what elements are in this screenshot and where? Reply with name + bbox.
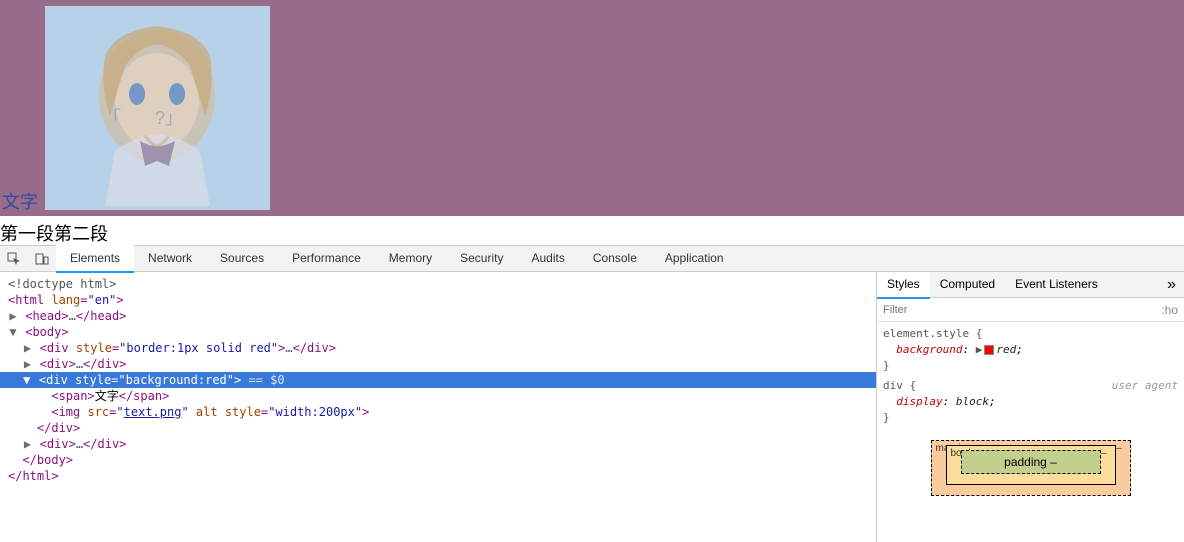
- svg-text:?」: ?」: [155, 108, 183, 128]
- side-tab-styles[interactable]: Styles: [877, 272, 930, 299]
- expand-icon[interactable]: ▶: [22, 356, 32, 372]
- tab-console[interactable]: Console: [579, 245, 651, 273]
- styles-sidebar: StylesComputedEvent Listeners » :ho elem…: [876, 272, 1184, 542]
- dom-html-open[interactable]: <html lang="en">: [8, 293, 124, 307]
- expand-icon[interactable]: ▶: [8, 308, 18, 324]
- tab-sources[interactable]: Sources: [206, 245, 278, 273]
- devtools-tabbar: ElementsNetworkSourcesPerformanceMemoryS…: [0, 246, 1184, 272]
- tab-elements[interactable]: Elements: [56, 245, 134, 273]
- purple-container: 「 ?」 文字: [0, 0, 1184, 216]
- devtools-panel: ElementsNetworkSourcesPerformanceMemoryS…: [0, 245, 1184, 542]
- text-label: 文字: [2, 188, 38, 214]
- side-tab-computed[interactable]: Computed: [930, 272, 1005, 299]
- color-swatch[interactable]: [984, 345, 994, 355]
- expand-icon[interactable]: ▶: [22, 340, 32, 356]
- selected-dom-node[interactable]: ▼ <div style="background:red"> == $0: [0, 372, 876, 388]
- tab-application[interactable]: Application: [651, 245, 738, 273]
- paragraph-text: 第一段第二段: [0, 216, 1184, 246]
- box-model: margin– border– padding –: [931, 440, 1131, 496]
- more-icon[interactable]: »: [1159, 276, 1184, 294]
- side-tab-event-listeners[interactable]: Event Listeners: [1005, 272, 1108, 299]
- tab-memory[interactable]: Memory: [375, 245, 446, 273]
- tab-performance[interactable]: Performance: [278, 245, 375, 273]
- tab-security[interactable]: Security: [446, 245, 517, 273]
- expand-icon[interactable]: ▶: [22, 436, 32, 452]
- rendered-page: 「 ?」 文字 第一段第二段: [0, 0, 1184, 245]
- tab-audits[interactable]: Audits: [517, 245, 578, 273]
- collapse-icon[interactable]: ▼: [8, 324, 18, 340]
- filter-row: :ho: [877, 298, 1184, 322]
- style-rules[interactable]: element.style { background: ▶red; } div …: [877, 322, 1184, 430]
- svg-text:「: 「: [103, 108, 121, 128]
- dom-doctype[interactable]: <!doctype html>: [8, 276, 876, 292]
- filter-input[interactable]: [883, 304, 1003, 316]
- device-icon[interactable]: [34, 251, 50, 267]
- hover-toggle[interactable]: :ho: [1161, 303, 1178, 317]
- anime-illustration: 「 ?」: [45, 6, 270, 210]
- inspect-icon[interactable]: [6, 251, 22, 267]
- tab-network[interactable]: Network: [134, 245, 206, 273]
- elements-tree[interactable]: <!doctype html> <html lang="en"> ▶ <head…: [0, 272, 876, 542]
- side-tabbar: StylesComputedEvent Listeners »: [877, 272, 1184, 298]
- image-placeholder: 「 ?」: [45, 6, 270, 210]
